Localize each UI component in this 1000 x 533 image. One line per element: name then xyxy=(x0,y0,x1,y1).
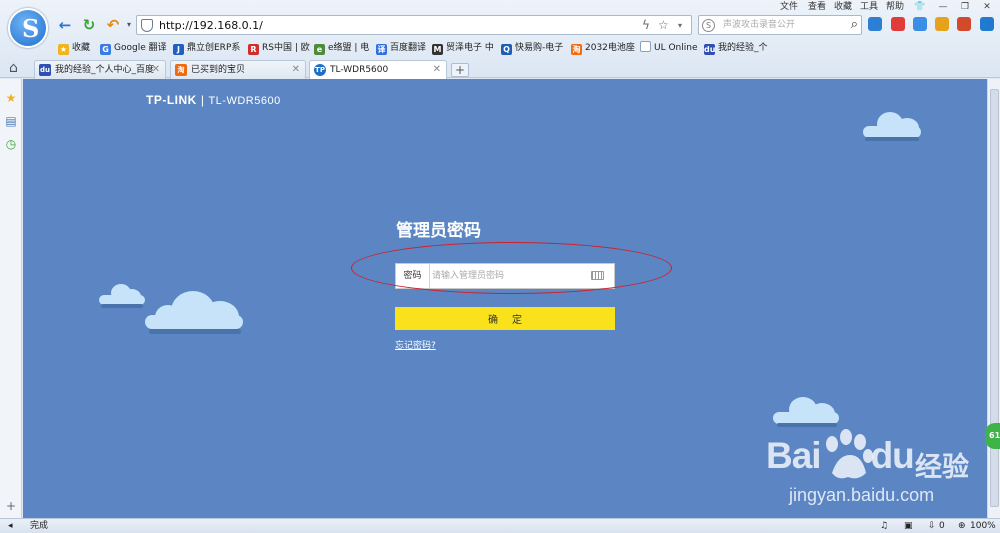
baidu-paw-icon: du xyxy=(39,64,51,76)
confirm-button[interactable]: 确定 xyxy=(395,307,615,330)
tab-title[interactable]: 已买到的宝贝 xyxy=(191,64,245,76)
search-placeholder[interactable]: 声波攻击录音公开 xyxy=(723,19,795,32)
address-bar[interactable]: http://192.168.0.1/ ϟ ☆ ▾ xyxy=(136,15,692,35)
add-sidebar-icon[interactable]: + xyxy=(4,499,18,513)
home-icon[interactable]: ⌂ xyxy=(9,60,18,76)
menu-favorites[interactable]: 收藏 xyxy=(834,1,852,14)
status-text: 完成 xyxy=(30,521,49,531)
download-count[interactable]: 0 xyxy=(939,520,945,532)
bookmark-baidu-translate[interactable]: 译百度翻译 xyxy=(376,40,426,56)
baidu-watermark: Bai du xyxy=(766,435,915,476)
download-count-icon[interactable]: ⇩ xyxy=(928,520,936,532)
bookmark-star-icon[interactable]: ☆ xyxy=(658,18,669,33)
search-box[interactable]: S 声波攻击录音公开 ⌕ xyxy=(698,15,862,35)
close-tab-icon[interactable]: ✕ xyxy=(433,64,441,76)
menu-view[interactable]: 查看 xyxy=(808,1,826,14)
status-bar: ◂ 完成 ♫ ▣ ⇩ 0 ⊕ 100% xyxy=(0,518,1000,533)
skin-icon[interactable]: 👕 xyxy=(913,1,927,13)
baidu-paw-icon: du xyxy=(704,44,716,55)
cloud-decoration xyxy=(145,291,245,336)
security-shield-icon xyxy=(141,19,153,32)
ad-block-icon[interactable] xyxy=(957,17,971,31)
bookmarks-bar: ★ 收藏 G Google 翻译 J 鼎立创ERP系 R RS中国 | 欧 e e络盟 |… xyxy=(54,40,994,56)
favorites-star-icon[interactable]: ★ xyxy=(4,91,18,105)
tab-purchased[interactable]: 淘 已买到的宝贝 ✕ xyxy=(170,60,306,79)
tp-link-logo: TP-LINK xyxy=(146,93,197,107)
bookmark-mouser[interactable]: M 贸泽电子 中 xyxy=(432,40,494,56)
zoom-level[interactable]: 100% xyxy=(970,520,996,532)
brand-separator: | xyxy=(200,93,205,107)
screenshot-icon[interactable] xyxy=(913,17,927,31)
tab-title[interactable]: 我的经验_个人中心_百度 xyxy=(55,64,154,76)
close-window-icon[interactable]: ✕ xyxy=(980,1,994,13)
taobao-icon: 淘 xyxy=(175,64,187,76)
bookmark-battery-holder[interactable]: 淘 2032电池座 xyxy=(571,40,635,56)
search-icon[interactable]: ⌕ xyxy=(851,17,858,32)
rs-icon: R xyxy=(248,44,259,55)
bookmark-google-translate[interactable]: G Google 翻译 xyxy=(100,40,167,56)
sogou-browser-logo[interactable]: S xyxy=(8,8,48,48)
cloud-decoration xyxy=(863,112,923,142)
tools-icon[interactable] xyxy=(935,17,949,31)
speaker-icon[interactable]: ♫ xyxy=(880,520,888,532)
tab-my-experience[interactable]: du 我的经验_个人中心_百度 ✕ xyxy=(34,60,166,79)
menu-tools[interactable]: 工具 xyxy=(860,1,878,14)
address-url[interactable]: http://192.168.0.1/ xyxy=(159,18,263,33)
watermark-url: jingyan.baidu.com xyxy=(789,485,935,505)
browser-window: S 文件 查看 收藏 工具 帮助 👕 — ❐ ✕ ← ↻ ↶ ▾ http://… xyxy=(0,0,1000,533)
cloud-decoration xyxy=(773,397,841,427)
vertical-scrollbar[interactable] xyxy=(987,79,1000,518)
address-dropdown-icon[interactable]: ▾ xyxy=(678,18,682,33)
menu-file[interactable]: 文件 xyxy=(780,1,798,14)
restore-icon[interactable]: ❐ xyxy=(958,1,972,13)
document-icon xyxy=(640,41,651,52)
router-login-page: TP-LINK | TL-WDR5600 管理员密码 密码 确定 忘记密码? B… xyxy=(23,79,987,518)
bookmark-favorites[interactable]: ★ 收藏 xyxy=(58,40,90,56)
bookmark-kuaiyigou[interactable]: Q 快易购-电子 xyxy=(501,40,563,56)
search-engine-icon[interactable]: S xyxy=(702,19,715,32)
translate-ext-icon[interactable] xyxy=(891,17,905,31)
minimize-icon[interactable]: — xyxy=(936,1,950,13)
tp-link-brand: TP-LINK | TL-WDR5600 xyxy=(146,93,281,107)
reader-icon[interactable]: ▤ xyxy=(4,114,18,128)
taobao-icon: 淘 xyxy=(571,44,582,55)
bookmark-element14[interactable]: e e络盟 | 电 xyxy=(314,40,369,56)
router-model: TL-WDR5600 xyxy=(208,95,281,107)
sidebar-toggle-icon[interactable]: ◂ xyxy=(8,520,13,532)
baidu-jingyan-watermark: 经验 xyxy=(915,452,969,483)
bookmark-erp[interactable]: J 鼎立创ERP系 xyxy=(173,40,240,56)
left-sidebar: ★ ▤ ◷ + xyxy=(0,79,22,518)
cloud-decoration xyxy=(99,284,147,309)
google-translate-icon: G xyxy=(100,44,111,55)
extension-icon[interactable] xyxy=(868,17,882,31)
refresh-icon[interactable]: ↻ xyxy=(80,16,98,34)
tab-title[interactable]: TL-WDR5600 xyxy=(330,64,388,76)
camera-icon[interactable]: ▣ xyxy=(904,520,913,532)
forgot-password-link[interactable]: 忘记密码? xyxy=(395,338,436,351)
erp-icon: J xyxy=(173,44,184,55)
close-tab-icon[interactable]: ✕ xyxy=(292,64,300,76)
bookmark-ul-online[interactable]: UL Online xyxy=(640,40,698,56)
annotation-ellipse xyxy=(351,242,672,294)
menu-help[interactable]: 帮助 xyxy=(886,1,904,14)
new-tab-button[interactable]: + xyxy=(451,63,469,77)
element14-icon: e xyxy=(314,44,325,55)
side-badge[interactable]: 61 xyxy=(985,423,1000,449)
download-icon[interactable] xyxy=(980,17,994,31)
history-clock-icon[interactable]: ◷ xyxy=(4,137,18,151)
mouser-icon: M xyxy=(432,44,443,55)
lightning-icon[interactable]: ϟ xyxy=(642,18,650,33)
star-icon: ★ xyxy=(58,44,69,55)
close-tab-icon[interactable]: ✕ xyxy=(152,64,160,76)
baidu-translate-icon: 译 xyxy=(376,44,387,55)
login-title: 管理员密码 xyxy=(396,221,481,241)
tab-strip: ⌂ du 我的经验_个人中心_百度 ✕ 淘 已买到的宝贝 ✕ TP TL-WDR… xyxy=(0,59,1000,80)
tp-link-icon: TP xyxy=(314,64,326,76)
tab-tl-wdr5600[interactable]: TP TL-WDR5600 ✕ xyxy=(309,60,447,80)
back-icon[interactable]: ← xyxy=(56,16,74,34)
zoom-icon[interactable]: ⊕ xyxy=(958,520,966,532)
bookmark-rs[interactable]: R RS中国 | 欧 xyxy=(248,40,310,56)
bookmark-my-experience[interactable]: du 我的经验_个 xyxy=(704,40,768,56)
kuaiyigou-icon: Q xyxy=(501,44,512,55)
